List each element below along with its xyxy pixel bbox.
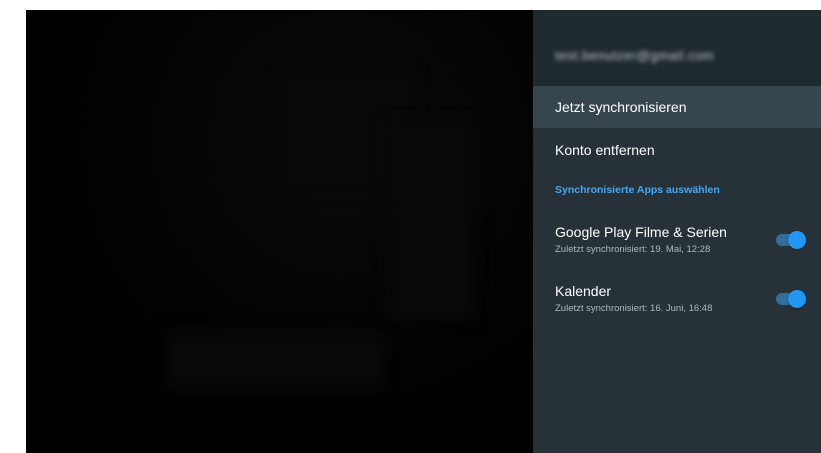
app-row-calendar[interactable]: Kalender Zuletzt synchronisiert: 16. Jun… — [533, 283, 821, 327]
app-row-google-play-movies[interactable]: Google Play Filme & Serien Zuletzt synch… — [533, 224, 821, 268]
toggle-thumb — [788, 231, 806, 249]
account-email: test.benutzer@gmail.com — [555, 48, 715, 63]
background-shape — [386, 120, 476, 320]
account-settings-panel: test.benutzer@gmail.com Jetzt synchronis… — [533, 10, 821, 453]
remove-account-button[interactable]: Konto entfernen — [533, 129, 821, 171]
background-shape — [166, 330, 386, 390]
sync-toggle[interactable] — [776, 230, 806, 250]
sync-toggle[interactable] — [776, 289, 806, 309]
app-last-synced: Zuletzt synchronisiert: 19. Mai, 12:28 — [555, 244, 711, 255]
blurred-background — [26, 10, 533, 453]
sync-now-label: Jetzt synchronisieren — [555, 99, 687, 115]
remove-account-label: Konto entfernen — [555, 142, 655, 158]
app-title: Kalender — [555, 283, 612, 299]
sync-now-button[interactable]: Jetzt synchronisieren — [533, 86, 821, 128]
tv-screen: test.benutzer@gmail.com Jetzt synchronis… — [26, 10, 821, 453]
toggle-thumb — [788, 290, 806, 308]
app-last-synced: Zuletzt synchronisiert: 16. Juni, 16:48 — [555, 303, 713, 314]
select-synced-apps-header: Synchronisierte Apps auswählen — [555, 184, 720, 196]
account-header: test.benutzer@gmail.com — [533, 10, 821, 86]
app-title: Google Play Filme & Serien — [555, 224, 727, 240]
